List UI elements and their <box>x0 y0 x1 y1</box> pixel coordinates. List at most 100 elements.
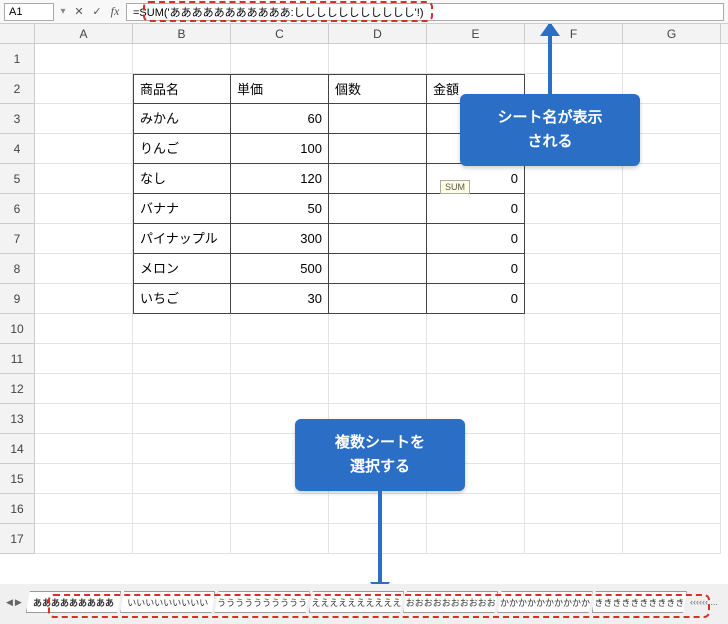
cell[interactable] <box>525 344 623 374</box>
cell[interactable] <box>35 254 133 284</box>
cell[interactable]: 60 <box>231 104 329 134</box>
cell[interactable] <box>623 374 721 404</box>
cell[interactable] <box>329 164 427 194</box>
cell[interactable] <box>35 374 133 404</box>
cell[interactable] <box>525 374 623 404</box>
cell[interactable] <box>329 344 427 374</box>
cell[interactable]: 個数 <box>329 74 427 104</box>
cell[interactable] <box>329 254 427 284</box>
cell[interactable]: バナナ <box>133 194 231 224</box>
cell[interactable] <box>133 314 231 344</box>
cell[interactable] <box>623 464 721 494</box>
cell[interactable] <box>623 494 721 524</box>
cell[interactable] <box>525 44 623 74</box>
cell[interactable]: 50 <box>231 194 329 224</box>
col-header[interactable]: E <box>427 24 525 43</box>
cell[interactable] <box>623 434 721 464</box>
cell[interactable] <box>35 464 133 494</box>
cell[interactable]: 300 <box>231 224 329 254</box>
cell[interactable] <box>525 164 623 194</box>
sheet-tab[interactable]: おおおおおおおおおお <box>403 591 498 613</box>
formula-input[interactable]: =SUM('あああああああああああ:ししししししししししし'!) <box>126 3 724 21</box>
cell[interactable] <box>133 344 231 374</box>
cell[interactable] <box>427 314 525 344</box>
cell[interactable]: みかん <box>133 104 231 134</box>
sheet-tab[interactable]: いいいいいいいいい <box>120 591 215 613</box>
cell[interactable] <box>35 134 133 164</box>
cell[interactable] <box>35 44 133 74</box>
cell[interactable] <box>133 374 231 404</box>
cell[interactable] <box>231 494 329 524</box>
cell[interactable] <box>329 224 427 254</box>
cell[interactable] <box>329 194 427 224</box>
cancel-icon[interactable]: ✕ <box>72 5 86 19</box>
cell[interactable] <box>525 404 623 434</box>
cell[interactable]: 0 <box>427 284 525 314</box>
row-header[interactable]: 6 <box>0 194 35 224</box>
cell[interactable]: 単価 <box>231 74 329 104</box>
cell[interactable]: りんご <box>133 134 231 164</box>
cell[interactable] <box>623 524 721 554</box>
cell[interactable] <box>35 164 133 194</box>
row-header[interactable]: 1 <box>0 44 35 74</box>
cell[interactable] <box>35 344 133 374</box>
row-header[interactable]: 7 <box>0 224 35 254</box>
name-box-dropdown-icon[interactable]: ▾ <box>58 6 68 17</box>
cell[interactable] <box>623 194 721 224</box>
cell[interactable] <box>623 164 721 194</box>
select-all-corner[interactable] <box>0 24 35 43</box>
cell[interactable] <box>623 344 721 374</box>
cell[interactable]: いちご <box>133 284 231 314</box>
cell[interactable] <box>623 284 721 314</box>
cell[interactable] <box>525 524 623 554</box>
cell[interactable] <box>525 494 623 524</box>
row-header[interactable]: 14 <box>0 434 35 464</box>
sheet-tab[interactable]: ええええええええええ <box>309 591 404 613</box>
cell[interactable] <box>623 404 721 434</box>
cell[interactable]: 500 <box>231 254 329 284</box>
col-header[interactable]: G <box>623 24 721 43</box>
tab-scroll-more[interactable]: ‹‹‹‹‹‹ ... <box>686 597 722 607</box>
cell[interactable] <box>329 134 427 164</box>
cell[interactable] <box>35 194 133 224</box>
cell[interactable] <box>329 104 427 134</box>
row-header[interactable]: 4 <box>0 134 35 164</box>
cell[interactable]: 30 <box>231 284 329 314</box>
cell[interactable] <box>133 44 231 74</box>
cell[interactable] <box>231 344 329 374</box>
cell[interactable]: 商品名 <box>133 74 231 104</box>
cell[interactable] <box>623 254 721 284</box>
cell[interactable] <box>231 314 329 344</box>
cell[interactable] <box>133 404 231 434</box>
cell[interactable] <box>231 374 329 404</box>
cell[interactable] <box>35 434 133 464</box>
cell[interactable] <box>623 44 721 74</box>
cell[interactable]: メロン <box>133 254 231 284</box>
cell[interactable] <box>525 224 623 254</box>
cell[interactable] <box>427 44 525 74</box>
col-header[interactable]: C <box>231 24 329 43</box>
cell[interactable]: 120 <box>231 164 329 194</box>
cell[interactable]: 0 <box>427 224 525 254</box>
col-header[interactable]: D <box>329 24 427 43</box>
cell[interactable] <box>35 404 133 434</box>
cell[interactable] <box>35 494 133 524</box>
cell[interactable]: 100 <box>231 134 329 164</box>
row-header[interactable]: 17 <box>0 524 35 554</box>
cell[interactable]: パイナップル <box>133 224 231 254</box>
cell[interactable] <box>133 524 231 554</box>
row-header[interactable]: 3 <box>0 104 35 134</box>
fx-icon[interactable]: fx <box>108 5 122 19</box>
cell[interactable]: 0 <box>427 254 525 284</box>
cell[interactable]: なし <box>133 164 231 194</box>
cell[interactable] <box>623 224 721 254</box>
cell[interactable] <box>525 434 623 464</box>
cell[interactable] <box>525 284 623 314</box>
col-header[interactable]: A <box>35 24 133 43</box>
row-header[interactable]: 2 <box>0 74 35 104</box>
cell[interactable] <box>133 494 231 524</box>
name-box[interactable]: A1 <box>4 3 54 21</box>
cell[interactable] <box>35 224 133 254</box>
col-header[interactable]: B <box>133 24 231 43</box>
cell[interactable] <box>427 374 525 404</box>
